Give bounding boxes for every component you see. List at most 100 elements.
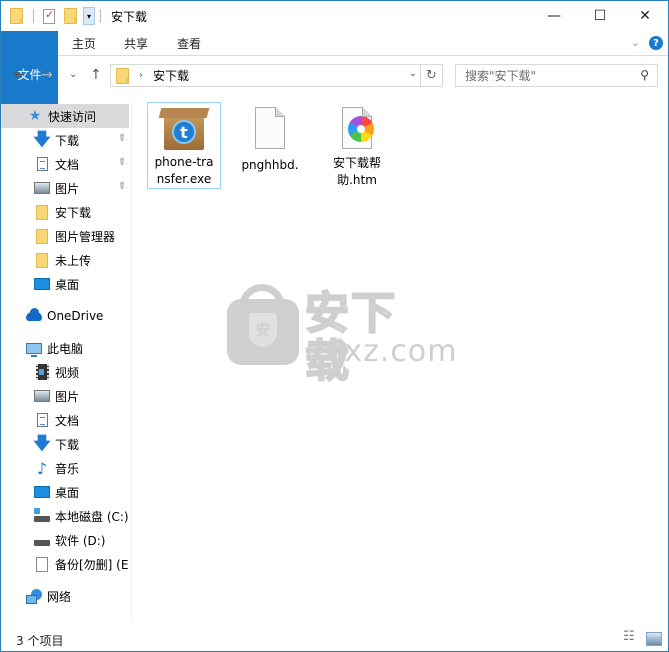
file-name-line: 安下载帮 (332, 156, 381, 170)
breadcrumb-item[interactable]: 安下载 (153, 67, 189, 84)
chevron-down-icon: ⌄ (69, 69, 78, 80)
bag-icon: 安 (227, 299, 299, 365)
ribbon-tabs: 文件 主页 共享 查看 ⌄ ? (1, 31, 668, 118)
sidebar-item-label: 图片 (55, 181, 80, 196)
download-icon: 🡇 (33, 129, 51, 150)
sidebar-item-music[interactable]: ♪ 音乐 (1, 456, 129, 480)
installer-box-icon: t (158, 106, 210, 150)
large-icons-view-button[interactable] (646, 632, 662, 646)
sidebar-item-label: 图片管理器 (55, 229, 116, 244)
forward-button[interactable]: → (41, 67, 53, 83)
htm-file-icon (333, 105, 381, 151)
file-name-line: phone-tra (154, 155, 214, 169)
back-button[interactable]: ← (13, 67, 25, 83)
sidebar-item-drive-e[interactable]: 备份[勿删] (E: (1, 552, 129, 576)
properties-icon[interactable] (43, 8, 55, 24)
recent-locations-button[interactable]: ⌄ (69, 69, 77, 80)
watermark-logo: 安 安下载 anxz.com (227, 284, 457, 387)
sidebar-item-pc-desktop[interactable]: 桌面 (1, 480, 129, 504)
new-folder-icon[interactable] (64, 8, 77, 24)
pin-icon[interactable]: ✎ (114, 132, 128, 146)
details-view-button[interactable] (623, 629, 639, 646)
address-bar[interactable]: › 安下载 ⌄ ↻ (110, 64, 443, 87)
file-item[interactable]: t phone-tra nsfer.exe (147, 102, 221, 189)
tab-share[interactable]: 共享 (113, 31, 159, 56)
sidebar-item-label: 图片 (55, 389, 80, 404)
desktop-icon (34, 484, 50, 500)
window-title: 安下载 (111, 10, 148, 24)
sidebar-item-quick-access[interactable]: ★ 快速访问 (1, 104, 129, 128)
navigation-bar: ← → ⌄ ↑ › 安下载 ⌄ ↻ 搜索"安下载" ⚲ (1, 57, 668, 95)
file-name: pnghhbd. (234, 157, 306, 174)
sidebar-item-image-manager[interactable]: 图片管理器 (1, 224, 129, 248)
sidebar-item-label: 快速访问 (48, 109, 97, 124)
sidebar-item-pictures[interactable]: 图片 ✎ (1, 176, 129, 200)
quick-access-toolbar: ▾ (10, 7, 101, 25)
file-item[interactable]: 安下载帮 助.htm (320, 102, 394, 189)
blank-file-icon (246, 105, 294, 153)
sidebar-item-network[interactable]: 网络 (1, 584, 129, 608)
sidebar-item-this-pc[interactable]: 此电脑 (1, 336, 129, 360)
address-history-dropdown[interactable]: ⌄ (409, 68, 417, 79)
pin-icon[interactable]: ✎ (114, 156, 128, 170)
desktop-icon (34, 276, 50, 292)
chevron-down-icon: ⌄ (630, 36, 640, 49)
arrow-right-icon: → (41, 67, 53, 83)
maximize-icon: ☐ (593, 8, 607, 24)
refresh-button[interactable]: ↻ (420, 65, 442, 86)
sidebar-item-label: 本地磁盘 (C:) (55, 509, 129, 524)
sidebar-item-drive-c[interactable]: 本地磁盘 (C:) (1, 504, 129, 528)
expand-ribbon-button[interactable]: ⌄ (631, 36, 640, 49)
sidebar-item-label: 文档 (55, 157, 80, 172)
file-name: 安下载帮 助.htm (321, 155, 393, 189)
sidebar-item-label: 下载 (55, 133, 80, 148)
file-icon (34, 556, 50, 572)
sidebar-item-pc-documents[interactable]: 文档 (1, 408, 129, 432)
search-icon[interactable]: ⚲ (640, 68, 649, 82)
separator (33, 9, 34, 23)
sidebar-item-label: 备份[勿删] (E: (55, 557, 129, 572)
search-input[interactable]: 搜索"安下载" ⚲ (455, 64, 658, 87)
tab-view[interactable]: 查看 (166, 31, 212, 56)
file-name: phone-tra nsfer.exe (148, 154, 220, 188)
close-icon: ✕ (639, 8, 651, 24)
folder-icon (34, 228, 50, 244)
pin-icon[interactable]: ✎ (114, 180, 128, 194)
minimize-button[interactable]: — (531, 1, 577, 31)
drive-icon (34, 532, 50, 548)
chevron-right-icon[interactable]: › (139, 70, 143, 81)
sidebar-item-documents[interactable]: 文档 ✎ (1, 152, 129, 176)
file-name-line: 助.htm (337, 173, 377, 187)
sidebar-item-pc-pictures[interactable]: 图片 (1, 384, 129, 408)
sidebar-item-drive-d[interactable]: 软件 (D:) (1, 528, 129, 552)
sidebar-item-videos[interactable]: 视频 (1, 360, 129, 384)
sidebar-item-downloads[interactable]: 🡇 下载 ✎ (1, 128, 129, 152)
sidebar-item-onedrive[interactable]: OneDrive (1, 304, 129, 328)
onedrive-icon (26, 307, 42, 324)
shield-icon: 安 (249, 313, 277, 347)
file-item[interactable]: pnghhbd. (233, 102, 307, 189)
sidebar-item-label: 软件 (D:) (55, 533, 106, 548)
pictures-icon (34, 388, 50, 404)
sidebar-item-label: 安下载 (55, 205, 92, 220)
sidebar-item-pc-downloads[interactable]: 🡇 下载 (1, 432, 129, 456)
explorer-window: ▾ 安下载 — ☐ ✕ 文件 主页 共享 查看 ⌄ ? ← → ⌄ ↑ › 安下… (0, 0, 669, 652)
sidebar-item-label: 音乐 (55, 461, 80, 476)
help-button[interactable]: ? (649, 36, 663, 50)
up-button[interactable]: ↑ (90, 67, 102, 83)
close-button[interactable]: ✕ (622, 1, 668, 31)
sidebar-item-desktop[interactable]: 桌面 (1, 272, 129, 296)
tab-home[interactable]: 主页 (61, 31, 107, 56)
customize-quick-access-button[interactable]: ▾ (83, 7, 95, 25)
document-icon (34, 156, 50, 172)
sidebar-item-not-uploaded[interactable]: 未上传 (1, 248, 129, 272)
sidebar-item-anxz[interactable]: 安下载 (1, 200, 129, 224)
sidebar-item-label: 视频 (55, 365, 80, 380)
title-bar: ▾ 安下载 — ☐ ✕ (1, 1, 668, 31)
chevron-down-icon: ▾ (86, 11, 91, 21)
status-bar: 3 个项目 (1, 628, 668, 651)
download-icon: 🡇 (33, 433, 51, 454)
sidebar-item-label: 下载 (55, 437, 80, 452)
watermark-text-en: anxz.com (305, 334, 458, 369)
maximize-button[interactable]: ☐ (577, 1, 623, 31)
